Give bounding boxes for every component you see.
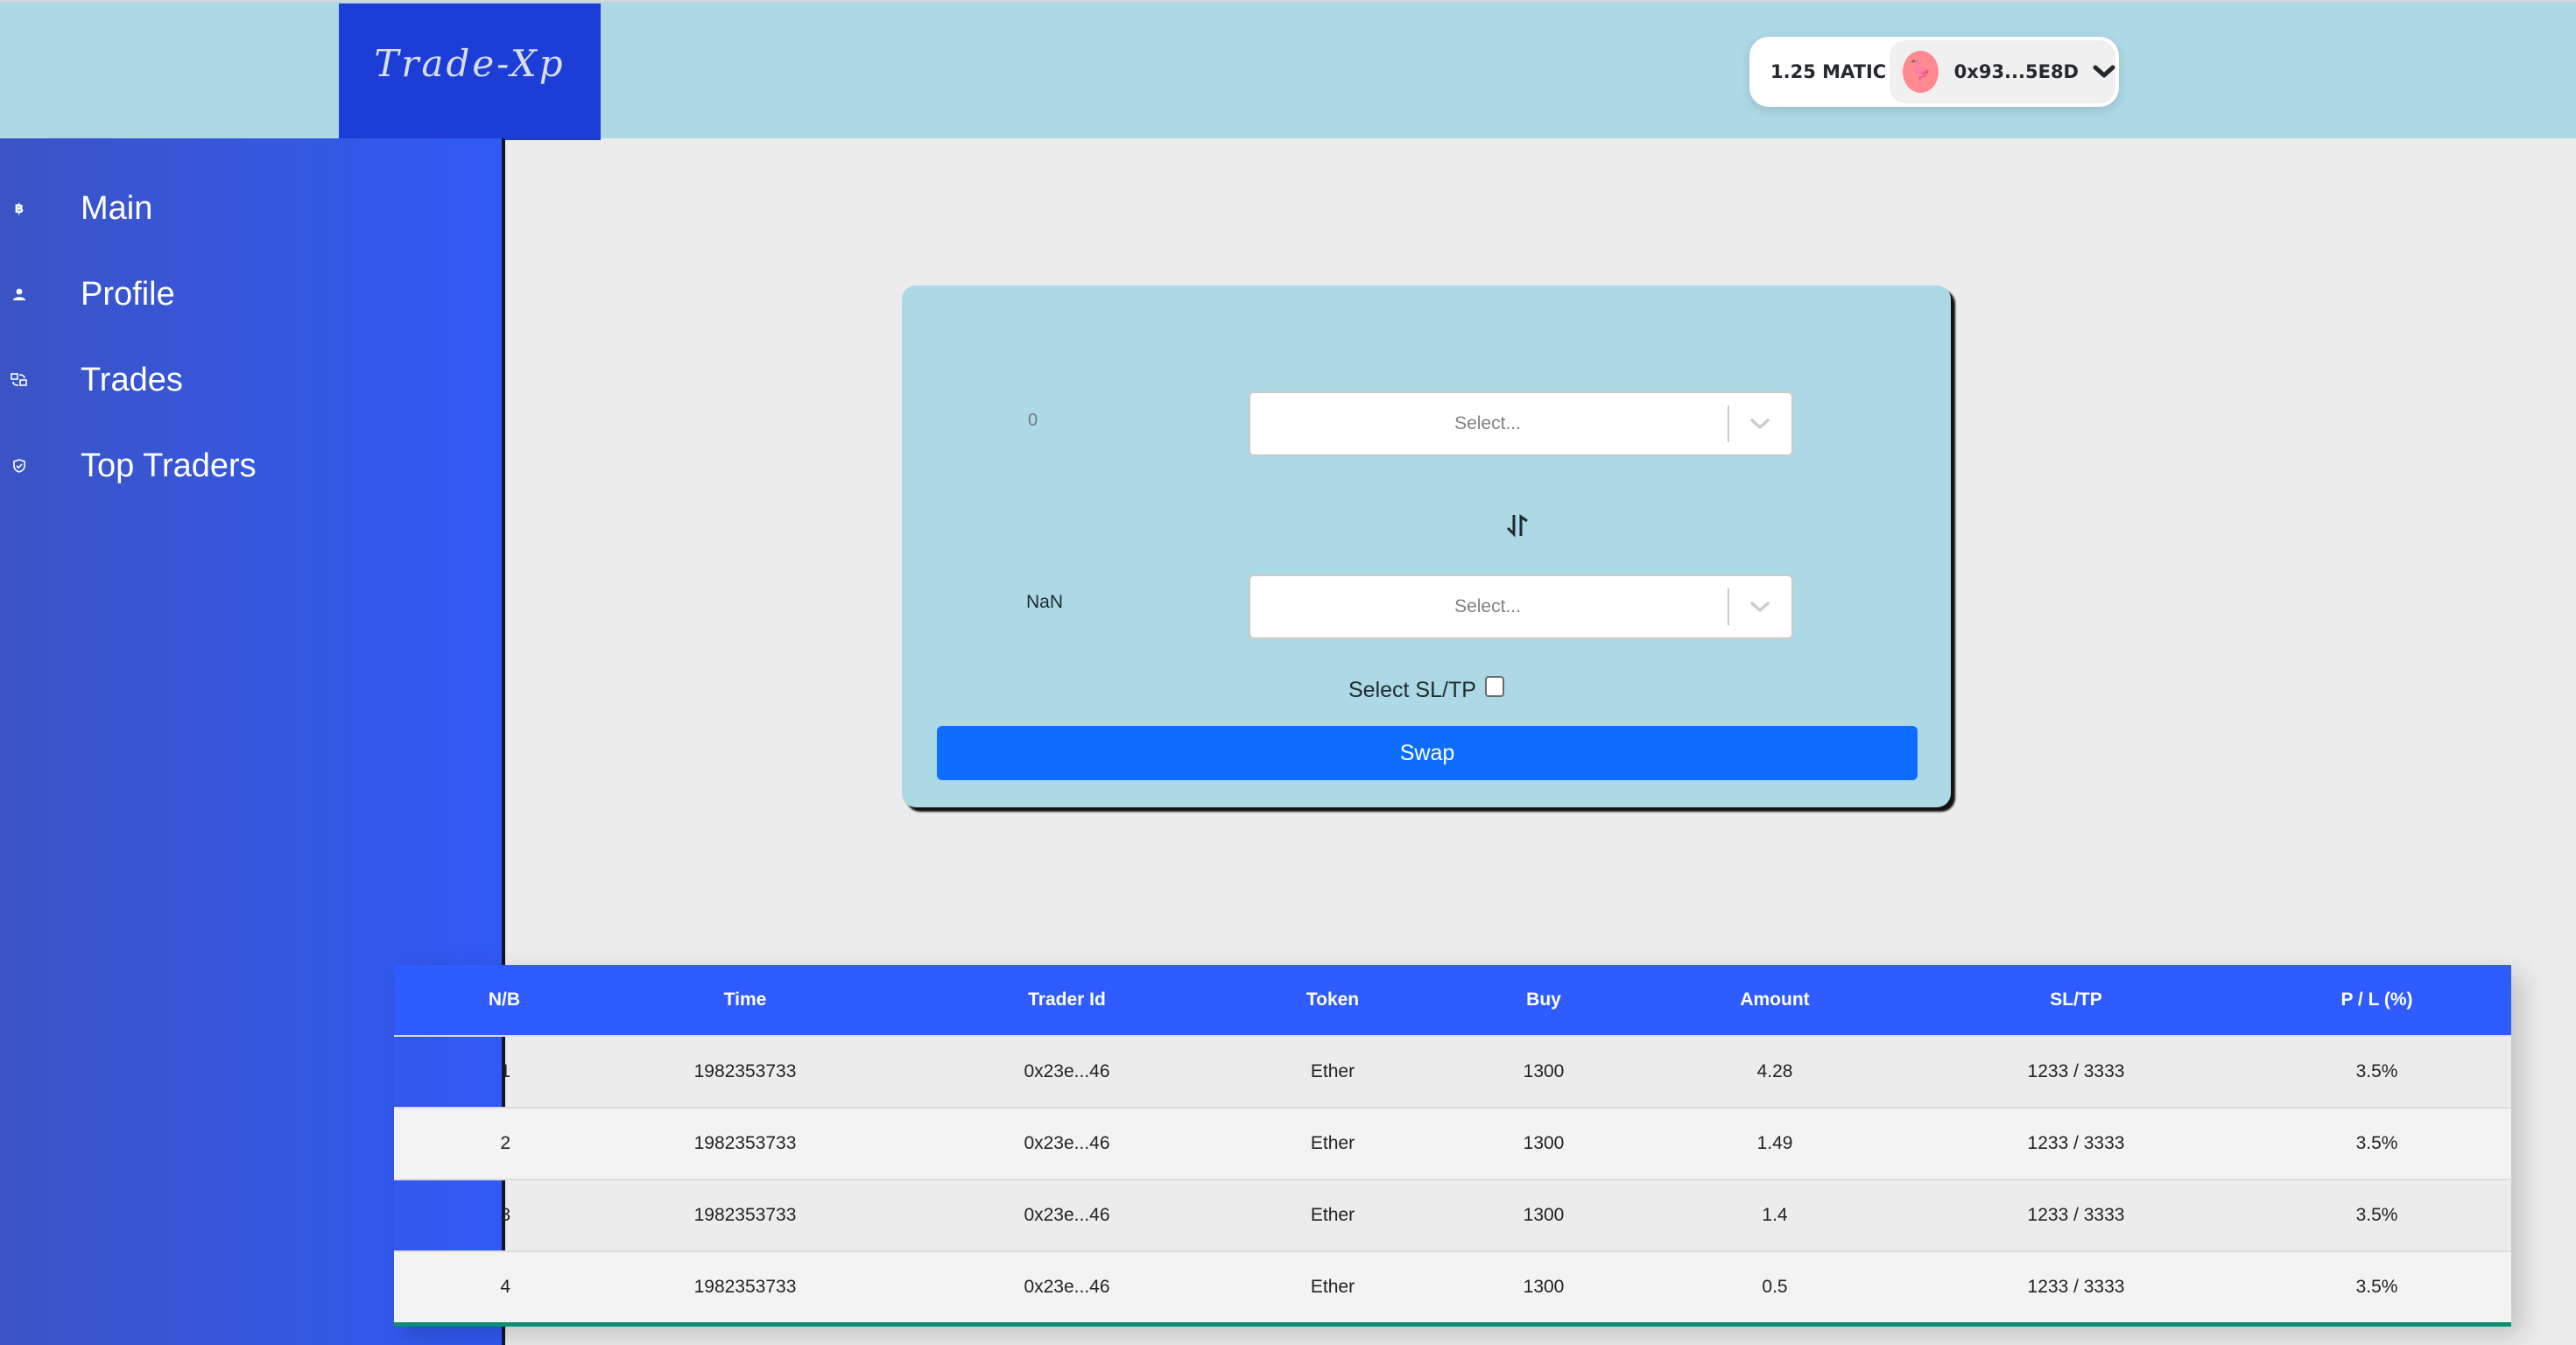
to-token-select[interactable]: Select...	[1249, 574, 1793, 639]
cell-trader-id: 0x23e...46	[916, 1035, 1218, 1108]
chevron-down-icon[interactable]	[2093, 60, 2115, 83]
cell-time: 1982353733	[574, 1107, 916, 1180]
cell-token: Ether	[1218, 1250, 1447, 1327]
cell-buy: 1300	[1447, 1179, 1640, 1251]
cell-sltp: 1233 / 3333	[1910, 1035, 2242, 1108]
cell-pl: 3.5%	[2242, 1179, 2511, 1251]
account-button[interactable]: 🦩 0x93...5E8D	[1890, 40, 2115, 103]
bitcoin-icon: ฿	[14, 201, 25, 216]
swap-button[interactable]: Swap	[937, 726, 1918, 780]
chevron-down-icon[interactable]	[1739, 588, 1781, 625]
cell-buy: 1300	[1447, 1035, 1640, 1108]
sltp-toggle[interactable]: Select SL/TP	[1348, 676, 1504, 704]
cell-time: 1982353733	[574, 1035, 916, 1108]
avatar-glyph: 🦩	[1906, 58, 1935, 85]
wallet-balance: 1.25 MATIC	[1770, 61, 1887, 82]
user-icon	[11, 285, 28, 303]
cell-nb: 3	[394, 1179, 574, 1251]
cell-nb: 1	[394, 1035, 574, 1108]
cell-sltp: 1233 / 3333	[1910, 1250, 2242, 1327]
to-amount-value: NaN	[1026, 592, 1064, 612]
cell-nb: 4	[394, 1250, 574, 1327]
swap-vertical-icon[interactable]	[1503, 511, 1532, 539]
table-row[interactable]: 1 1982353733 0x23e...46 Ether 1300 4.28 …	[394, 1035, 2511, 1108]
cell-sltp: 1233 / 3333	[1910, 1179, 2242, 1251]
cell-time: 1982353733	[574, 1250, 916, 1327]
cell-trader-id: 0x23e...46	[916, 1179, 1218, 1251]
cell-time: 1982353733	[574, 1179, 916, 1251]
flamingo-icon: 🦩	[1903, 51, 1939, 93]
column-header-time: Time	[723, 989, 767, 1010]
column-header-amount: Amount	[1740, 989, 1810, 1010]
sltp-checkbox[interactable]	[1484, 676, 1504, 697]
cell-amount: 0.5	[1640, 1250, 1910, 1327]
cell-amount: 4.28	[1640, 1035, 1910, 1108]
cell-trader-id: 0x23e...46	[916, 1107, 1218, 1180]
column-header-nb: N/B	[488, 989, 520, 1010]
from-token-select[interactable]: Select...	[1249, 391, 1793, 456]
sidebar-item-profile[interactable]: Profile	[0, 268, 490, 320]
cell-token: Ether	[1218, 1179, 1447, 1251]
logo-text: Trade-Xp	[374, 41, 566, 85]
cell-buy: 1300	[1447, 1107, 1640, 1180]
cell-buy: 1300	[1447, 1250, 1640, 1327]
select-separator	[1728, 588, 1729, 625]
sidebar-item-top-traders[interactable]: Top Traders	[0, 440, 490, 492]
column-header-trader-id: Trader Id	[1028, 989, 1106, 1010]
sidebar-item-label: Top Traders	[81, 447, 257, 484]
column-header-token: Token	[1306, 989, 1360, 1010]
column-header-sltp: SL/TP	[2050, 989, 2102, 1010]
top-header: Trade-Xp 1.25 MATIC 🦩 0x93...5E8D	[0, 0, 2576, 140]
sidebar-item-trades[interactable]: Trades	[0, 354, 490, 406]
sidebar-item-label: Trades	[81, 361, 183, 398]
sltp-label: Select SL/TP	[1348, 677, 1476, 702]
table-header-row: N/B Time Trader Id Token Buy Amount SL/T…	[394, 965, 2511, 1036]
cell-nb: 2	[394, 1107, 574, 1180]
select-separator	[1728, 405, 1729, 442]
logo[interactable]: Trade-Xp	[339, 4, 601, 140]
from-amount-input[interactable]	[1007, 403, 1182, 438]
select-placeholder: Select...	[1454, 596, 1521, 616]
cell-pl: 3.5%	[2242, 1250, 2511, 1327]
cell-amount: 1.49	[1640, 1107, 1910, 1180]
cell-trader-id: 0x23e...46	[916, 1250, 1218, 1327]
exchange-icon	[11, 371, 28, 389]
table-row[interactable]: 4 1982353733 0x23e...46 Ether 1300 0.5 1…	[394, 1250, 2511, 1327]
column-header-pl: P / L (%)	[2340, 989, 2413, 1010]
cell-pl: 3.5%	[2242, 1035, 2511, 1108]
cell-token: Ether	[1218, 1035, 1447, 1108]
sidebar-item-label: Main	[81, 189, 153, 227]
table-row[interactable]: 3 1982353733 0x23e...46 Ether 1300 1.4 1…	[394, 1179, 2511, 1251]
column-header-buy: Buy	[1526, 989, 1561, 1010]
chevron-down-icon[interactable]	[1739, 405, 1781, 442]
sidebar-item-label: Profile	[81, 275, 175, 313]
cell-token: Ether	[1218, 1107, 1447, 1180]
wallet-connect-button[interactable]: 1.25 MATIC 🦩 0x93...5E8D	[1749, 37, 2119, 107]
select-placeholder: Select...	[1454, 413, 1521, 433]
cell-sltp: 1233 / 3333	[1910, 1107, 2242, 1180]
shield-check-icon	[11, 457, 28, 475]
cell-pl: 3.5%	[2242, 1107, 2511, 1180]
trades-table: N/B Time Trader Id Token Buy Amount SL/T…	[394, 965, 2511, 1327]
sidebar-item-main[interactable]: ฿ Main	[0, 182, 490, 235]
wallet-address: 0x93...5E8D	[1953, 61, 2079, 82]
cell-amount: 1.4	[1640, 1179, 1910, 1251]
table-row[interactable]: 2 1982353733 0x23e...46 Ether 1300 1.49 …	[394, 1107, 2511, 1180]
